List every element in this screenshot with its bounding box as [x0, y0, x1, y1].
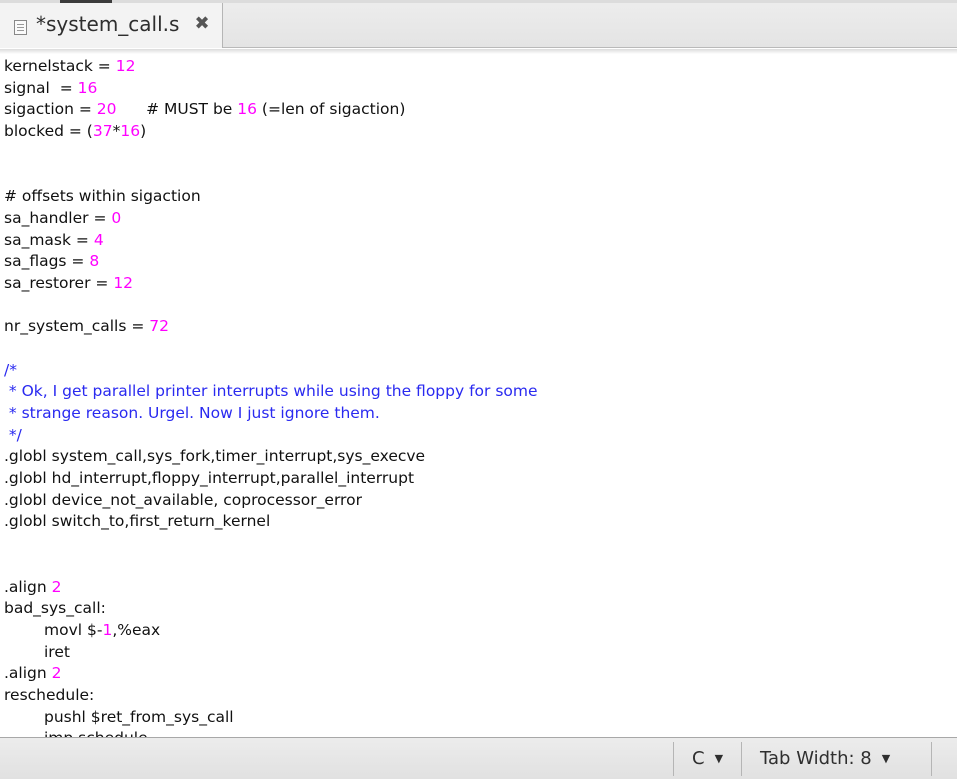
chevron-down-icon: ▼: [881, 752, 891, 765]
code-text: sa_handler =: [4, 208, 112, 227]
code-text: bad_sys_call:: [4, 599, 106, 618]
code-line: sa_flags = 8: [4, 251, 538, 273]
comment-text: * Ok, I get parallel printer interrupts …: [4, 382, 538, 401]
code-text: signal =: [4, 78, 78, 97]
number-literal: 12: [113, 273, 134, 292]
code-line: .globl system_call,sys_fork,timer_interr…: [4, 446, 538, 468]
language-label: C: [692, 748, 705, 769]
status-separator: [741, 742, 742, 776]
tab-bar: *system_call.s ✖: [0, 0, 957, 48]
number-literal: 1: [102, 620, 113, 639]
code-line: * Ok, I get parallel printer interrupts …: [4, 381, 538, 403]
number-literal: 8: [89, 252, 100, 271]
number-literal: 0: [111, 208, 122, 227]
code-text: (=len of sigaction): [256, 100, 406, 119]
code-text: ,%eax: [112, 620, 161, 639]
number-literal: 16: [77, 78, 98, 97]
code-text: reschedule:: [4, 685, 95, 704]
status-bar: C ▼ Tab Width: 8 ▼: [0, 737, 957, 779]
code-text: .align: [4, 577, 52, 596]
number-literal: 72: [149, 317, 170, 336]
code-text: sa_restorer =: [4, 273, 114, 292]
code-text: .globl system_call,sys_fork,timer_interr…: [4, 447, 426, 466]
code-line: bad_sys_call:: [4, 598, 538, 620]
code-line: kernelstack = 12: [4, 56, 538, 78]
code-line: reschedule:: [4, 685, 538, 707]
number-literal: 12: [115, 57, 136, 75]
code-text: ): [140, 122, 147, 141]
document-icon: [14, 20, 27, 35]
code-text: # offsets within sigaction: [4, 187, 201, 206]
number-literal: 16: [120, 122, 141, 141]
scroll-shadow: [0, 49, 957, 54]
code-text: jmp schedule: [44, 729, 148, 737]
code-text: movl $-: [44, 620, 103, 639]
code-line: nr_system_calls = 72: [4, 316, 538, 338]
comment-text: */: [4, 425, 22, 444]
code-line: sa_mask = 4: [4, 230, 538, 252]
number-literal: 37: [92, 122, 113, 141]
code-area: kernelstack = 12 signal = 16 sigaction = 2…: [4, 56, 538, 737]
code-text: .globl device_not_available, coprocessor…: [4, 490, 362, 509]
code-line: blocked = (37*16): [4, 121, 538, 143]
code-line: */: [4, 425, 538, 447]
tab-width-selector[interactable]: Tab Width: 8 ▼: [760, 748, 890, 770]
code-editor[interactable]: kernelstack = 12 signal = 16 sigaction = 2…: [0, 49, 957, 737]
code-line: sa_restorer = 12: [4, 273, 538, 295]
code-text: nr_system_calls =: [4, 317, 150, 336]
code-text: .align: [4, 664, 52, 683]
code-line: jmp schedule: [4, 728, 538, 737]
code-text: sa_mask =: [4, 230, 94, 249]
code-text: kernelstack =: [4, 57, 116, 75]
tab-width-label: Tab Width:: [760, 748, 855, 769]
code-line: sa_handler = 0: [4, 208, 538, 230]
tab-system-call[interactable]: *system_call.s ✖: [0, 3, 223, 48]
number-literal: 2: [51, 664, 62, 683]
code-line: .align 2: [4, 663, 538, 685]
status-separator: [673, 742, 674, 776]
comment-text: /*: [4, 360, 17, 379]
code-line: sigaction = 20 # MUST be 16 (=len of sig…: [4, 99, 538, 121]
code-line: signal = 16: [4, 78, 538, 100]
code-line: .align 2: [4, 577, 538, 599]
code-line: /*: [4, 360, 538, 382]
code-text: .globl switch_to,first_return_kernel: [4, 512, 271, 531]
code-text: .globl hd_interrupt,floppy_interrupt,par…: [4, 469, 415, 488]
code-line: * strange reason. Urgel. Now I just igno…: [4, 403, 538, 425]
tab-title: *system_call.s: [36, 12, 180, 36]
number-literal: 16: [237, 100, 257, 119]
status-separator: [931, 742, 932, 776]
code-text: pushl $ret_from_sys_call: [44, 707, 234, 726]
close-icon[interactable]: ✖: [192, 14, 212, 34]
code-line: pushl $ret_from_sys_call: [4, 707, 538, 729]
code-line: .globl hd_interrupt,floppy_interrupt,par…: [4, 468, 538, 490]
comment-text: * strange reason. Urgel. Now I just igno…: [4, 404, 380, 422]
language-selector[interactable]: C ▼: [692, 748, 723, 770]
code-line: # offsets within sigaction: [4, 186, 538, 208]
code-text: iret: [44, 642, 70, 661]
number-literal: 4: [93, 230, 104, 249]
code-text: sa_flags =: [4, 252, 90, 271]
code-line: .globl device_not_available, coprocessor…: [4, 490, 538, 512]
chevron-down-icon: ▼: [714, 752, 724, 765]
number-literal: 2: [51, 577, 62, 596]
tab-width-value: 8: [860, 748, 872, 769]
code-text: blocked = (: [4, 122, 93, 141]
code-line: iret: [4, 642, 538, 664]
code-text: sigaction =: [4, 100, 97, 119]
number-literal: 20: [96, 100, 117, 119]
code-line: .globl switch_to,first_return_kernel: [4, 511, 538, 533]
code-text: # MUST be: [116, 100, 238, 119]
code-line: movl $-1,%eax: [4, 620, 538, 642]
